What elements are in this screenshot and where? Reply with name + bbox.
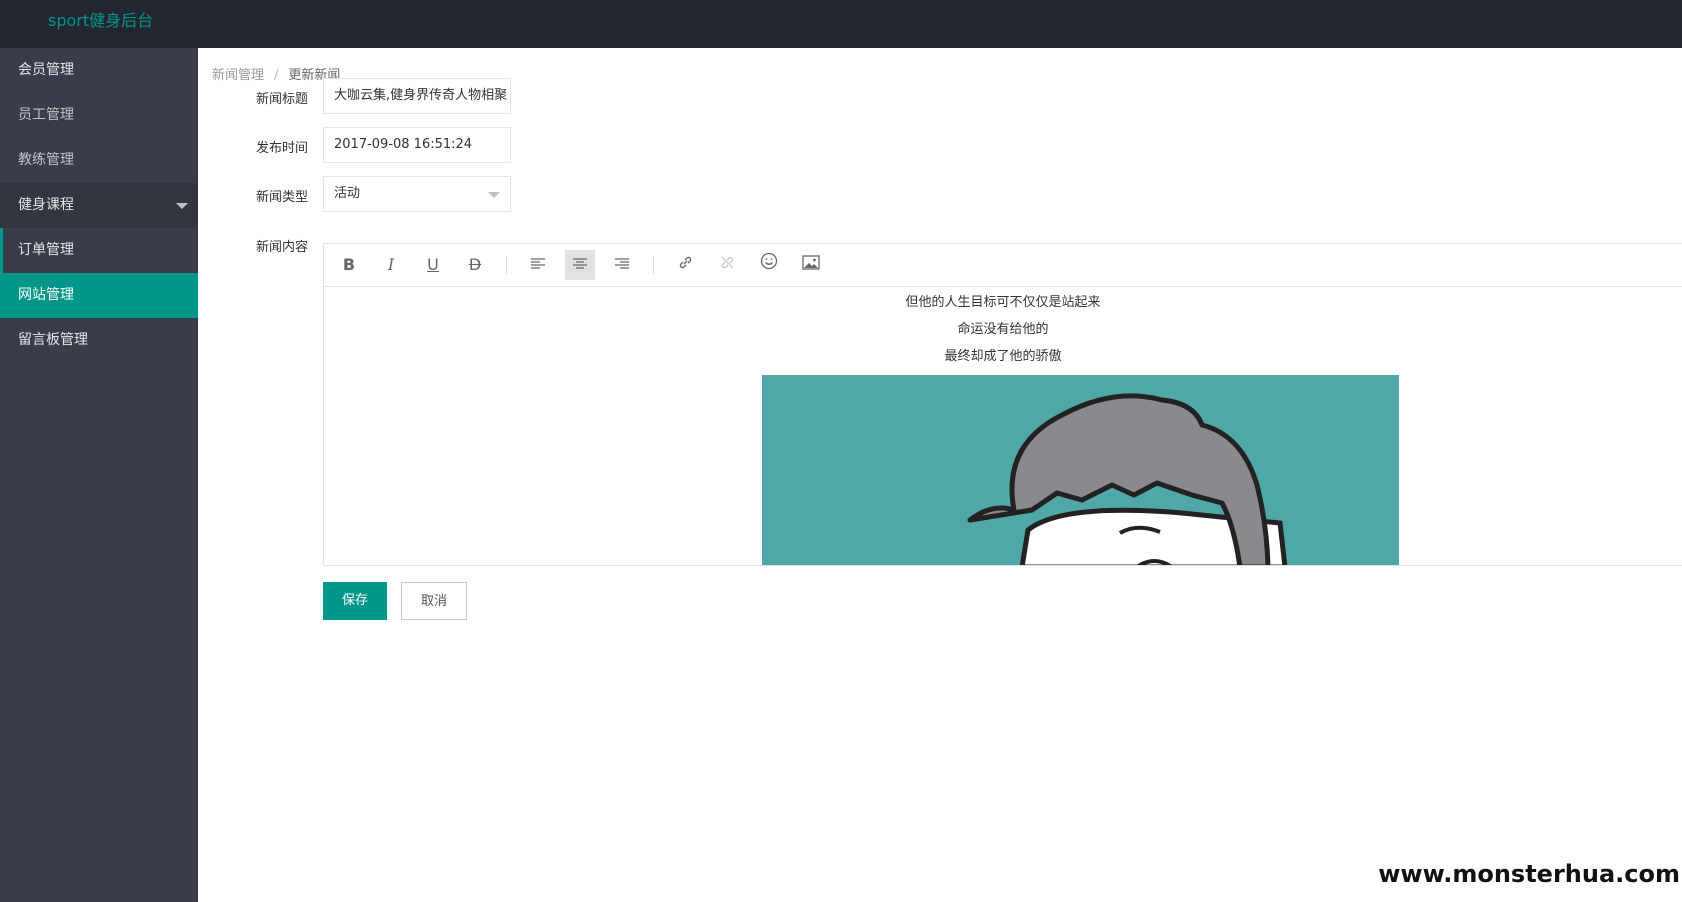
editor-toolbar: B I U D <box>324 244 1682 287</box>
title-input[interactable]: 大咖云集,健身界传奇人物相聚 <box>323 78 511 114</box>
title-label: 新闻标题 <box>255 92 308 107</box>
sidebar-item-courses[interactable]: 健身课程 <box>0 183 198 228</box>
watermark: www.monsterhua.com <box>1378 860 1680 888</box>
breadcrumb-separator: / <box>274 68 279 83</box>
link-icon[interactable] <box>670 250 700 280</box>
content-label: 新闻内容 <box>255 240 308 255</box>
align-center-icon[interactable] <box>565 250 595 280</box>
main-content: 新闻管理 / 更新新闻 新闻标题 大咖云集,健身界传奇人物相聚 发布时间 2017-… <box>198 48 1682 902</box>
content-paragraph: 命运没有给他的 <box>957 322 1049 337</box>
sidebar-item-staff[interactable]: 员工管理 <box>0 93 198 138</box>
type-select[interactable]: 活动 <box>323 176 511 212</box>
content-paragraph: 最终却成了他的骄傲 <box>944 349 1062 364</box>
time-label: 发布时间 <box>255 141 308 156</box>
image-icon[interactable] <box>796 250 826 280</box>
emoji-icon[interactable] <box>754 250 784 280</box>
breadcrumb: 新闻管理 / 更新新闻 <box>212 64 340 83</box>
chevron-down-icon <box>488 192 500 198</box>
save-button[interactable]: 保存 <box>323 582 387 620</box>
cancel-button[interactable]: 取消 <box>401 582 467 620</box>
editor-content[interactable]: 但他的人生目标可不仅仅是站起来 命运没有给他的 最终却成了他的骄傲 <box>324 287 1682 565</box>
sidebar: 会员管理 员工管理 教练管理 健身课程 订单管理 网站管理 留言板管理 <box>0 48 198 902</box>
toolbar-divider <box>653 256 654 274</box>
underline-icon[interactable]: U <box>418 250 448 280</box>
top-header: sport健身后台 <box>0 0 1682 48</box>
italic-icon[interactable]: I <box>376 250 406 280</box>
unlink-icon[interactable] <box>712 250 742 280</box>
toolbar-divider <box>506 256 507 274</box>
chevron-down-icon <box>176 203 188 209</box>
time-input[interactable]: 2017-09-08 16:51:24 <box>323 127 511 163</box>
sidebar-item-messages[interactable]: 留言板管理 <box>0 318 198 363</box>
content-image[interactable] <box>762 375 1399 565</box>
align-right-icon[interactable] <box>607 250 637 280</box>
sidebar-item-orders[interactable]: 订单管理 <box>0 228 198 273</box>
type-label: 新闻类型 <box>255 190 308 205</box>
breadcrumb-parent[interactable]: 新闻管理 <box>212 68 264 83</box>
sidebar-item-coaches[interactable]: 教练管理 <box>0 138 198 183</box>
content-paragraph: 但他的人生目标可不仅仅是站起来 <box>905 295 1101 310</box>
type-select-value: 活动 <box>334 186 361 201</box>
rich-text-editor[interactable]: B I U D 但他的人生目标可不仅仅是站起来 命运没有给他的 最终却成了他的骄… <box>323 243 1682 566</box>
align-left-icon[interactable] <box>523 250 553 280</box>
app-logo[interactable]: sport健身后台 <box>48 7 153 31</box>
strikethrough-icon[interactable]: D <box>460 250 490 280</box>
bold-icon[interactable]: B <box>334 250 364 280</box>
sidebar-item-members[interactable]: 会员管理 <box>0 48 198 93</box>
sidebar-item-label: 健身课程 <box>18 197 74 213</box>
sidebar-item-website[interactable]: 网站管理 <box>0 273 198 318</box>
